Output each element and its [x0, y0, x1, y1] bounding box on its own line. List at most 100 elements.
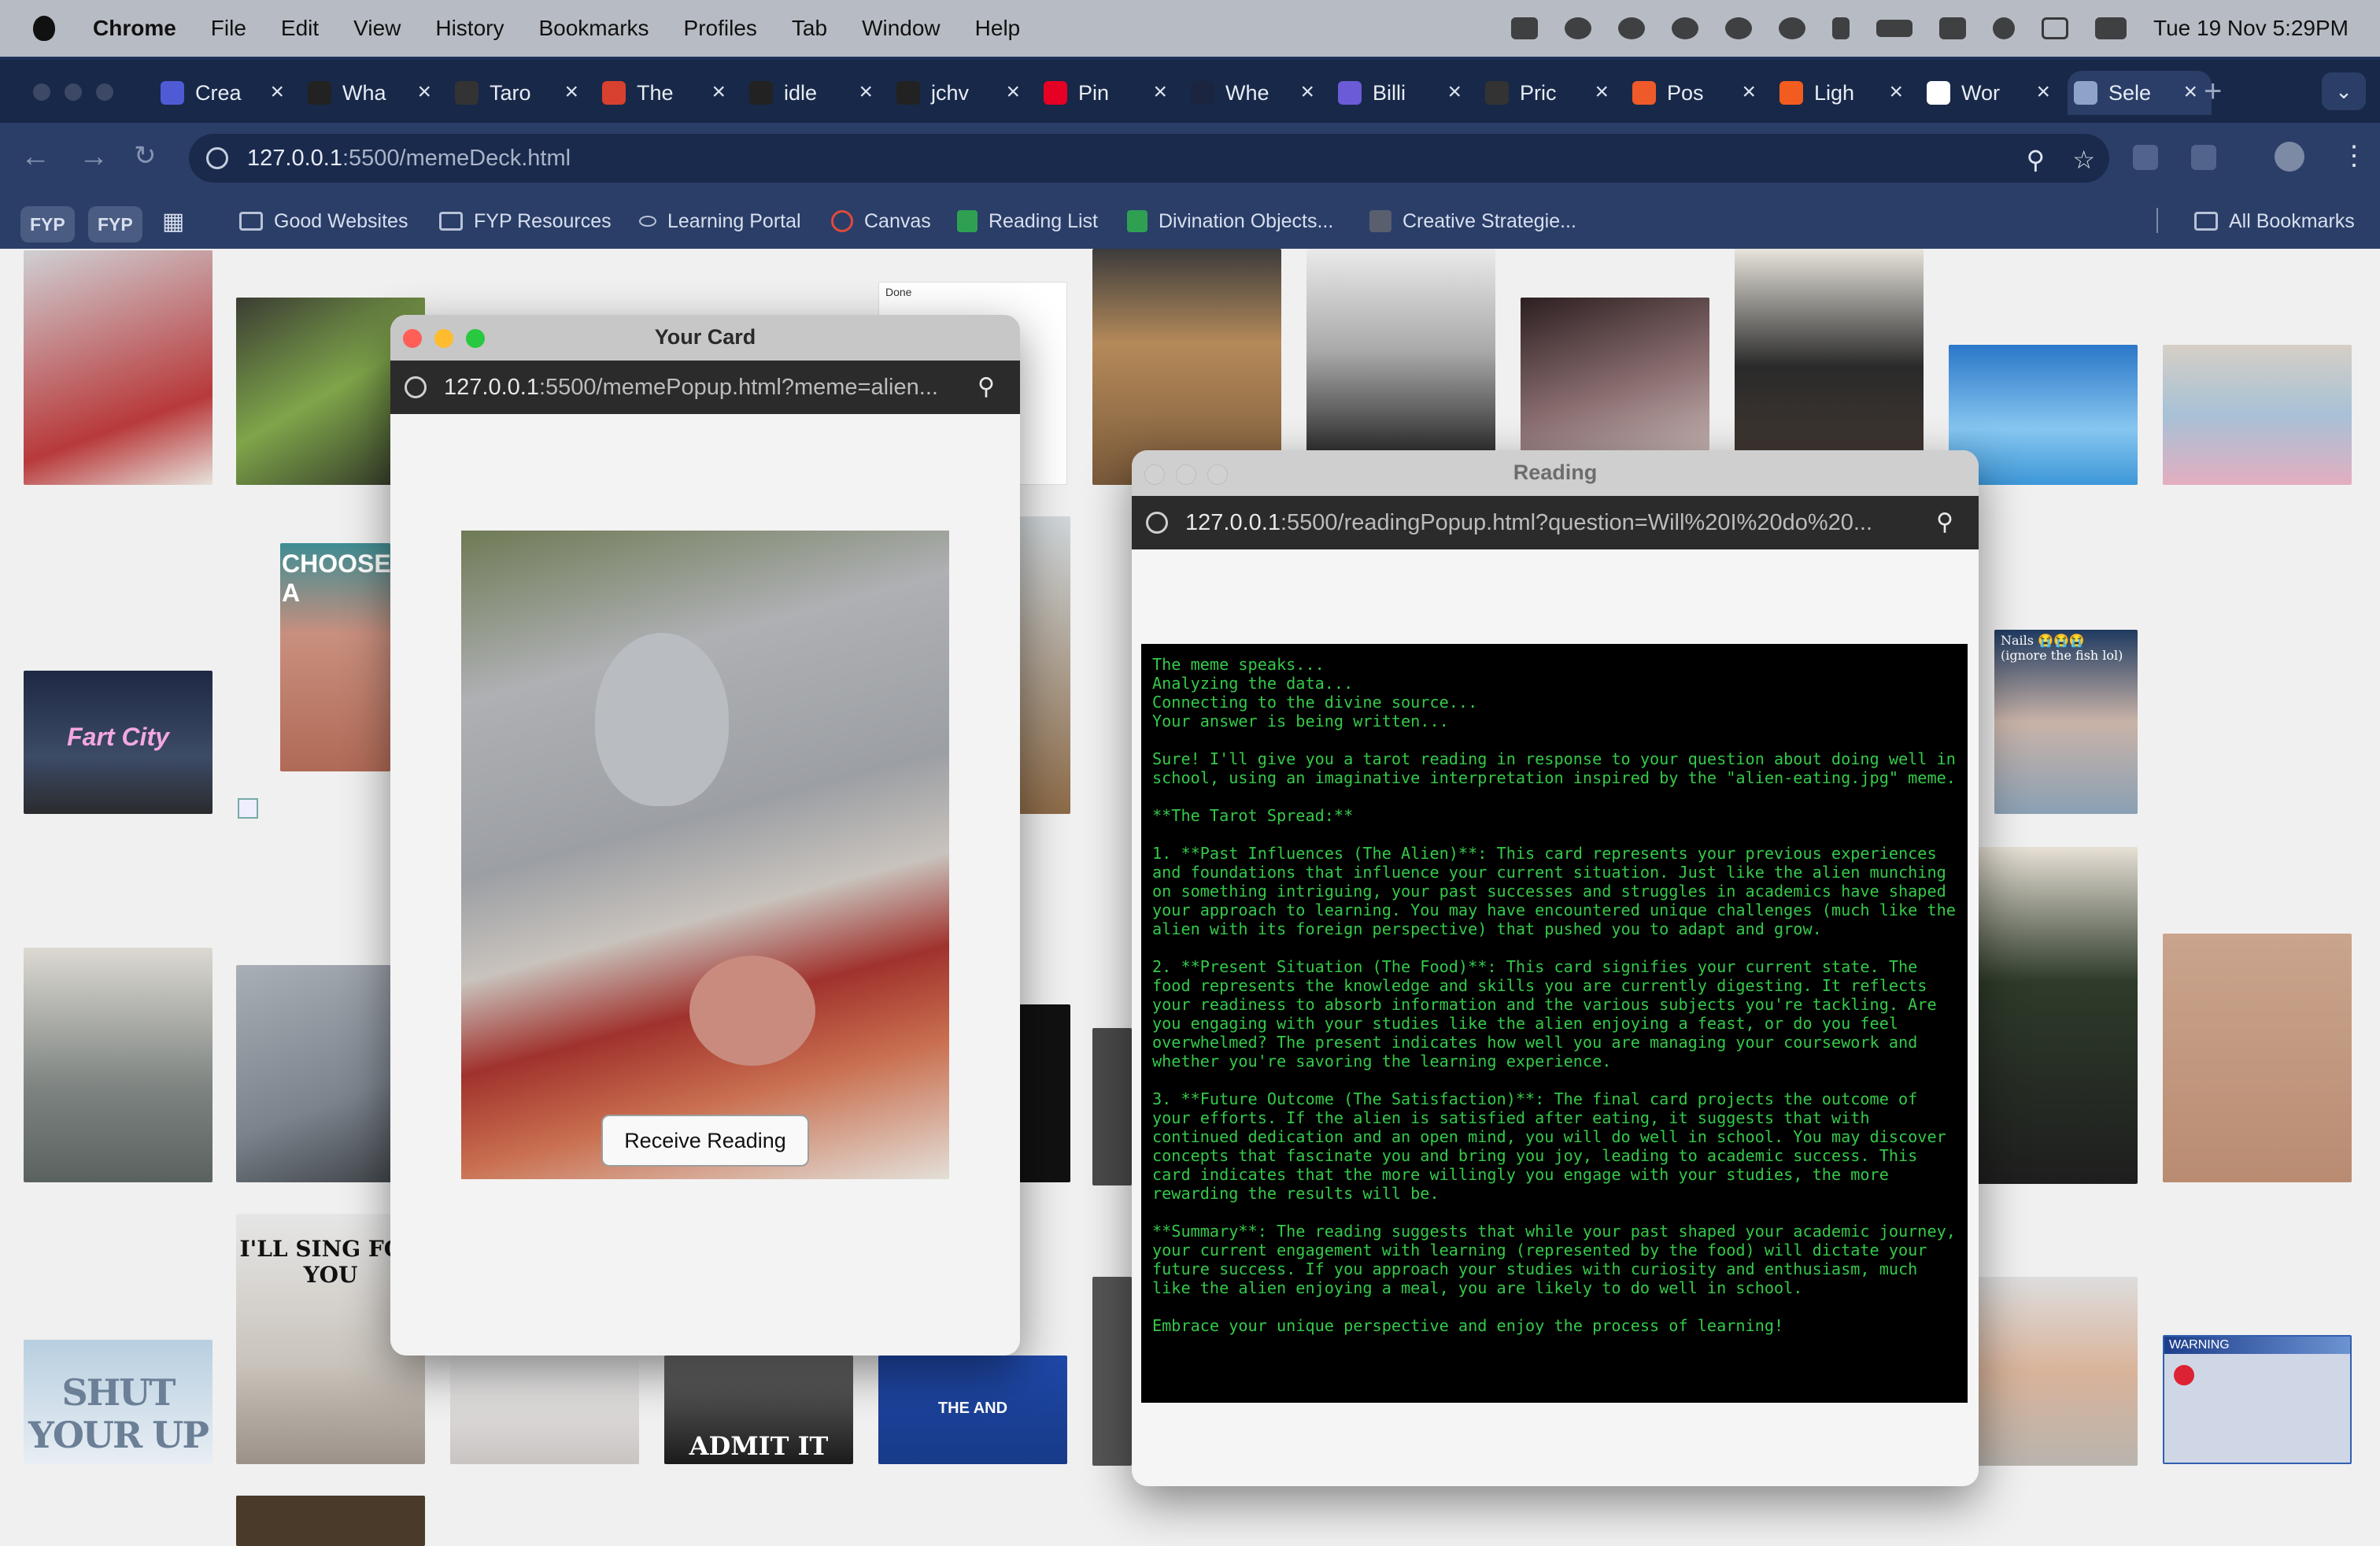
meme-card-the-and[interactable]: THE AND: [878, 1356, 1067, 1464]
drive-icon[interactable]: [1511, 17, 1539, 39]
meme-card-nails-fish[interactable]: Nails 😭😭😭 (ignore the fish lol): [1994, 630, 2138, 814]
browser-tab[interactable]: Whe ×: [1184, 71, 1329, 115]
tab-search-button[interactable]: ⌄: [2322, 72, 2366, 110]
menu-file[interactable]: File: [211, 16, 246, 41]
tab-close-icon[interactable]: ×: [2036, 79, 2050, 105]
battery-icon[interactable]: [1876, 20, 1913, 37]
tab-close-icon[interactable]: ×: [270, 79, 284, 105]
browser-tab[interactable]: Pric ×: [1479, 71, 1623, 115]
site-info-icon[interactable]: [1146, 512, 1168, 534]
menubar-clock[interactable]: Tue 19 Nov 5:29PM: [2153, 16, 2349, 41]
meme-card-choose[interactable]: CHOOSE A: [280, 543, 390, 771]
bookmark-all-bookmarks[interactable]: All Bookmarks: [2194, 206, 2355, 236]
card-window-close-button[interactable]: [403, 329, 422, 348]
meme-card-shut-your-up[interactable]: SHUT YOUR UP: [24, 1340, 213, 1464]
bookmark-star-icon[interactable]: ☆: [2072, 145, 2095, 175]
browser-tab[interactable]: jchv ×: [890, 71, 1034, 115]
meme-card-bread[interactable]: [1092, 249, 1281, 485]
tab-close-icon[interactable]: ×: [1595, 79, 1609, 105]
spotlight-search-icon[interactable]: [1993, 17, 2016, 39]
zoom-icon[interactable]: ⚲: [978, 373, 995, 401]
tab-close-icon[interactable]: ×: [564, 79, 578, 105]
reading-mode-icon[interactable]: [2133, 145, 2158, 170]
creative-cloud-icon[interactable]: [1618, 17, 1646, 39]
menu-help[interactable]: Help: [975, 16, 1021, 41]
apps-grid-icon[interactable]: ▦: [162, 206, 184, 236]
control-center-icon[interactable]: [2095, 17, 2127, 39]
tab-close-icon[interactable]: ×: [1889, 79, 1903, 105]
card-window-minimize-button[interactable]: [434, 329, 453, 348]
tab-close-icon[interactable]: ×: [1742, 79, 1756, 105]
reload-button[interactable]: ↻: [134, 140, 157, 172]
apple-menu-icon[interactable]: [33, 16, 55, 41]
bookmark-divination-objects[interactable]: Divination Objects...: [1127, 206, 1333, 236]
notification-icon[interactable]: [1725, 17, 1753, 39]
menu-history[interactable]: History: [435, 16, 504, 41]
zoom-icon[interactable]: ⚲: [1936, 509, 1953, 536]
meme-card-tattoo[interactable]: [2163, 934, 2352, 1182]
tab-close-icon[interactable]: ×: [859, 79, 873, 105]
extensions-icon[interactable]: [2191, 145, 2216, 170]
window-close-button[interactable]: [33, 83, 50, 101]
menu-edit[interactable]: Edit: [281, 16, 319, 41]
profile-avatar[interactable]: [2275, 142, 2304, 172]
browser-tab[interactable]: Taro ×: [449, 71, 593, 115]
wifi-icon[interactable]: [1939, 17, 1967, 39]
reading-window-zoom-button[interactable]: [1207, 464, 1228, 485]
openai-icon[interactable]: [1565, 17, 1592, 39]
menu-app-name[interactable]: Chrome: [93, 16, 176, 41]
tab-close-icon[interactable]: ×: [1447, 79, 1462, 105]
reading-window-minimize-button[interactable]: [1176, 464, 1196, 485]
address-bar[interactable]: 127.0.0.1:5500/memeDeck.html ⚲ ☆: [189, 134, 2109, 183]
site-info-icon[interactable]: [206, 147, 228, 169]
tab-close-icon[interactable]: ×: [2183, 79, 2197, 105]
meme-card-partial-2[interactable]: [1092, 1277, 1132, 1466]
card-window-url-bar[interactable]: 127.0.0.1:5500/memePopup.html?meme=alien…: [390, 361, 1020, 414]
browser-tab[interactable]: The ×: [596, 71, 740, 115]
browser-tab[interactable]: idle ×: [743, 71, 887, 115]
window-zoom-button[interactable]: [96, 83, 113, 101]
browser-tab[interactable]: Wha ×: [301, 71, 445, 115]
reading-window-close-button[interactable]: [1144, 464, 1165, 485]
meme-card-toilets[interactable]: [24, 948, 213, 1182]
meme-card-hallway[interactable]: [1306, 249, 1495, 453]
meme-card-admit-it[interactable]: ADMIT IT: [664, 1356, 853, 1464]
globe-icon[interactable]: [1672, 17, 1699, 39]
meme-card-dark[interactable]: [236, 1496, 425, 1546]
browser-tab[interactable]: Ligh ×: [1773, 71, 1917, 115]
browser-tab[interactable]: Billi ×: [1332, 71, 1476, 115]
browser-tab[interactable]: Wor ×: [1920, 71, 2064, 115]
browser-tab[interactable]: Sele ×: [2068, 71, 2212, 115]
browser-tab[interactable]: Pos ×: [1626, 71, 1770, 115]
bookmark-fyp-2[interactable]: FYP: [88, 206, 142, 242]
bookmark-fyp-resources[interactable]: FYP Resources: [439, 206, 612, 236]
chrome-menu-icon[interactable]: ⋮: [2341, 140, 2367, 172]
bluetooth-icon[interactable]: [1832, 17, 1850, 39]
bookmark-learning-portal[interactable]: Learning Portal: [639, 206, 801, 236]
card-window-zoom-button[interactable]: [466, 329, 485, 348]
meme-card-fart-city[interactable]: Fart City: [24, 671, 213, 814]
site-info-icon[interactable]: [405, 376, 427, 398]
bookmark-creative-strategies[interactable]: Creative Strategie...: [1369, 206, 1576, 236]
reading-window-url-bar[interactable]: 127.0.0.1:5500/readingPopup.html?questio…: [1132, 496, 1979, 549]
menu-bookmarks[interactable]: Bookmarks: [538, 16, 649, 41]
receive-reading-button[interactable]: Receive Reading: [601, 1115, 809, 1167]
meme-card-partial[interactable]: [1092, 1028, 1132, 1185]
bookmark-canvas[interactable]: Canvas: [831, 206, 931, 236]
meme-card-warning[interactable]: WARNING: [2163, 1335, 2352, 1464]
browser-tab[interactable]: Pin ×: [1037, 71, 1181, 115]
menu-window[interactable]: Window: [862, 16, 941, 41]
meme-card-white-shirt[interactable]: [450, 1356, 639, 1464]
bookmark-good-websites[interactable]: Good Websites: [239, 206, 408, 236]
zoom-icon[interactable]: ⚲: [2027, 145, 2045, 175]
bookmark-reading-list[interactable]: Reading List: [957, 206, 1098, 236]
meme-card-hooded-figures[interactable]: [1735, 249, 1924, 485]
window-minimize-button[interactable]: [65, 83, 82, 101]
tab-close-icon[interactable]: ×: [711, 79, 726, 105]
back-button[interactable]: ←: [20, 140, 50, 174]
play-icon[interactable]: [1779, 17, 1806, 39]
new-tab-button[interactable]: +: [2204, 74, 2222, 109]
forward-button[interactable]: →: [79, 140, 109, 174]
tab-close-icon[interactable]: ×: [1300, 79, 1314, 105]
menu-view[interactable]: View: [353, 16, 401, 41]
